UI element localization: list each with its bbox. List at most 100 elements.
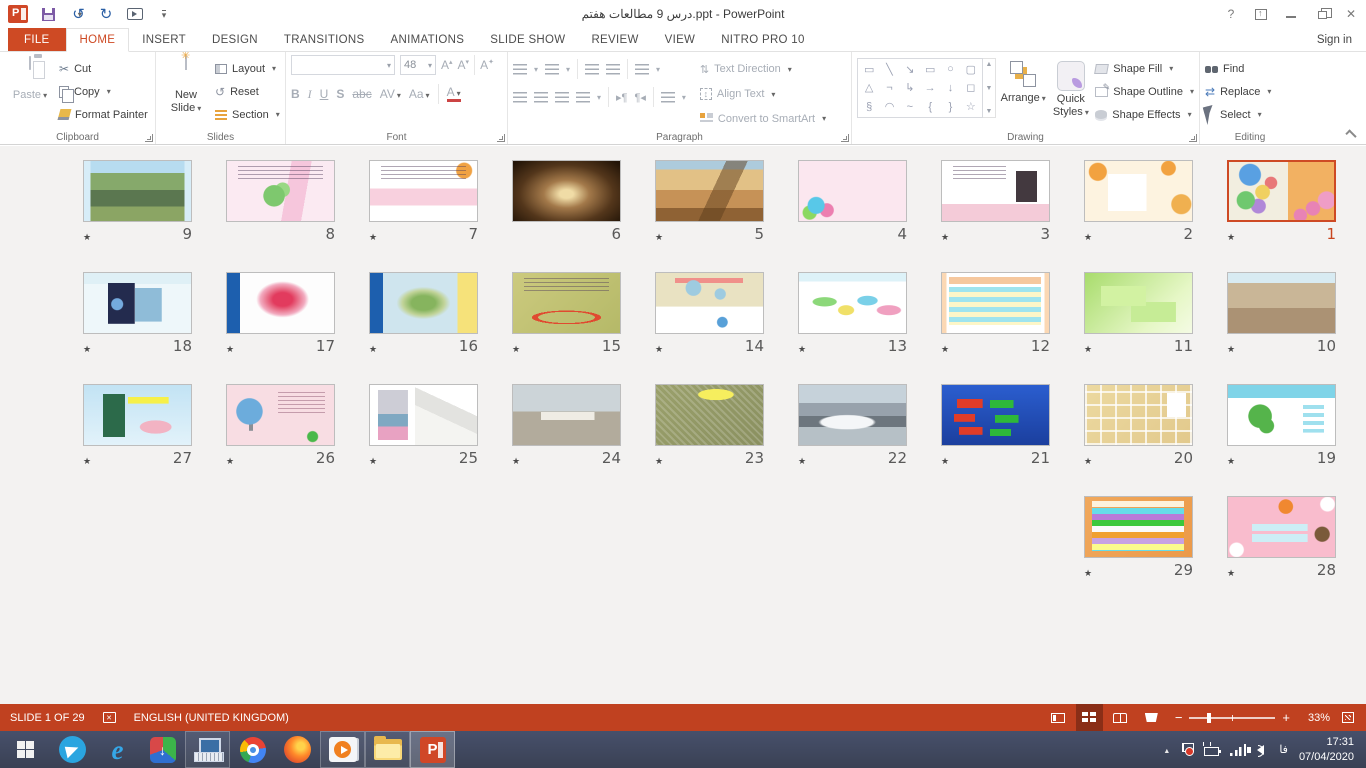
animation-star-icon[interactable]: ★ <box>655 232 663 243</box>
slide-5-thumbnail[interactable] <box>655 160 764 222</box>
change-case-button[interactable]: Aa <box>409 87 430 101</box>
numbering-icon[interactable] <box>545 64 559 75</box>
shape-elbow-arrow-icon[interactable] <box>900 79 920 98</box>
animation-star-icon[interactable]: ★ <box>1084 456 1092 467</box>
tab-insert[interactable]: INSERT <box>129 28 199 51</box>
slide-10-thumbnail[interactable] <box>1227 272 1336 334</box>
align-text-button[interactable]: Align Text <box>700 84 826 105</box>
line-spacing-icon[interactable] <box>635 64 649 75</box>
slide-sorter-area[interactable]: ★9★8★7★6★5★4★3★2★1★18★17★16★15★14★13★12★… <box>0 146 1366 704</box>
slide-12-thumbnail[interactable] <box>941 272 1050 334</box>
taskbar-chrome[interactable] <box>230 731 275 768</box>
layout-button[interactable]: Layout <box>215 59 280 78</box>
slide-16-thumbnail[interactable] <box>369 272 478 334</box>
language-status[interactable]: ENGLISH (UNITED KINGDOM) <box>134 712 289 724</box>
volume-icon[interactable] <box>1257 745 1264 755</box>
new-slide-button[interactable]: New Slide <box>161 55 211 129</box>
animation-star-icon[interactable]: ★ <box>941 344 949 355</box>
justify-icon[interactable] <box>576 92 590 103</box>
text-shadow-button[interactable]: S <box>336 87 344 101</box>
animation-star-icon[interactable]: ★ <box>1227 344 1235 355</box>
animation-star-icon[interactable]: ★ <box>512 344 520 355</box>
save-button[interactable] <box>39 5 57 23</box>
collapse-ribbon-button[interactable] <box>1345 129 1356 140</box>
zoom-level[interactable]: 33% <box>1300 712 1330 724</box>
shape-effects-button[interactable]: Shape Effects <box>1095 105 1194 124</box>
strikethrough-button[interactable]: abc <box>352 87 371 101</box>
paragraph-dialog-launcher-icon[interactable] <box>841 134 849 142</box>
format-painter-button[interactable]: Format Painter <box>59 105 148 124</box>
animation-star-icon[interactable]: ★ <box>226 344 234 355</box>
customize-qat-button[interactable]: ▾ <box>155 5 173 23</box>
font-name-combo[interactable] <box>291 55 395 75</box>
undo-dropdown-icon[interactable]: ▾ <box>78 10 82 19</box>
shape-textbox-icon[interactable] <box>859 60 879 79</box>
increase-font-size-button[interactable]: A▴ <box>441 58 453 72</box>
select-button[interactable]: Select <box>1205 105 1271 124</box>
animation-star-icon[interactable]: ★ <box>1084 568 1092 579</box>
slide-4-thumbnail[interactable] <box>798 160 907 222</box>
copy-button[interactable]: Copy <box>59 82 148 101</box>
scroll-down-icon[interactable]: ▼ <box>986 85 993 92</box>
slide-13-thumbnail[interactable] <box>798 272 907 334</box>
shape-scribble-icon[interactable] <box>859 97 879 116</box>
bullets-icon[interactable] <box>513 64 527 75</box>
shape-rounded-rectangle-icon[interactable] <box>961 60 981 79</box>
animation-star-icon[interactable]: ★ <box>83 344 91 355</box>
convert-to-smartart-button[interactable]: Convert to SmartArt <box>700 108 826 129</box>
slide-17-thumbnail[interactable] <box>226 272 335 334</box>
shape-down-arrow-icon[interactable] <box>940 79 960 98</box>
slide-28-thumbnail[interactable] <box>1227 496 1336 558</box>
gallery-more-icon[interactable]: ▼ <box>986 108 993 115</box>
tab-design[interactable]: DESIGN <box>199 28 271 51</box>
slide-20-thumbnail[interactable] <box>1084 384 1193 446</box>
animation-star-icon[interactable]: ★ <box>798 456 806 467</box>
arrange-button[interactable]: Arrange <box>1000 55 1046 129</box>
clear-formatting-button[interactable]: A✦ <box>480 58 494 72</box>
taskbar-telegram[interactable] <box>50 731 95 768</box>
cut-button[interactable]: Cut <box>59 59 148 78</box>
animation-star-icon[interactable]: ★ <box>1227 456 1235 467</box>
align-center-icon[interactable] <box>534 92 548 103</box>
zoom-in-button[interactable]: + <box>1282 710 1290 725</box>
slide-8-thumbnail[interactable] <box>226 160 335 222</box>
chevron-down-icon[interactable]: ▾ <box>566 65 570 74</box>
shape-left-brace-icon[interactable] <box>920 97 940 116</box>
paste-button[interactable]: Paste <box>5 55 55 129</box>
zoom-out-button[interactable]: − <box>1175 710 1183 725</box>
shape-line-icon[interactable] <box>879 60 899 79</box>
shape-elbow-icon[interactable] <box>879 79 899 98</box>
chevron-down-icon[interactable]: ▾ <box>682 93 686 102</box>
animation-star-icon[interactable]: ★ <box>83 456 91 467</box>
animation-star-icon[interactable]: ★ <box>655 344 663 355</box>
animation-star-icon[interactable]: ★ <box>1227 232 1235 243</box>
decrease-font-size-button[interactable]: A▾ <box>458 58 470 72</box>
bold-button[interactable]: B <box>291 87 300 101</box>
tab-file[interactable]: FILE <box>8 28 66 51</box>
drawing-dialog-launcher-icon[interactable] <box>1189 134 1197 142</box>
animation-star-icon[interactable]: ★ <box>798 344 806 355</box>
shape-curve-icon[interactable] <box>900 97 920 116</box>
spelling-status-icon[interactable] <box>103 712 116 723</box>
restore-button[interactable] <box>1306 1 1336 27</box>
slide-26-thumbnail[interactable] <box>226 384 335 446</box>
tab-transitions[interactable]: TRANSITIONS <box>271 28 378 51</box>
scroll-up-icon[interactable]: ▲ <box>986 61 993 68</box>
font-dialog-launcher-icon[interactable] <box>497 134 505 142</box>
zoom-slider[interactable] <box>1189 717 1275 719</box>
zoom-slider-thumb[interactable] <box>1207 713 1211 723</box>
tab-nitro-pro[interactable]: NITRO PRO 10 <box>708 28 817 51</box>
slide-9-thumbnail[interactable] <box>83 160 192 222</box>
clipboard-dialog-launcher-icon[interactable] <box>145 134 153 142</box>
start-from-beginning-button[interactable] <box>126 5 144 23</box>
animation-star-icon[interactable]: ★ <box>512 456 520 467</box>
slide-24-thumbnail[interactable] <box>512 384 621 446</box>
hidden-icons-chevron-icon[interactable] <box>1163 744 1170 756</box>
animation-star-icon[interactable]: ★ <box>1227 568 1235 579</box>
replace-button[interactable]: Replace <box>1205 82 1271 101</box>
animation-star-icon[interactable]: ★ <box>83 232 91 243</box>
fit-slide-to-window-button[interactable] <box>1342 712 1354 723</box>
slide-27-thumbnail[interactable] <box>83 384 192 446</box>
shape-arc-icon[interactable] <box>879 97 899 116</box>
tab-animations[interactable]: ANIMATIONS <box>378 28 478 51</box>
